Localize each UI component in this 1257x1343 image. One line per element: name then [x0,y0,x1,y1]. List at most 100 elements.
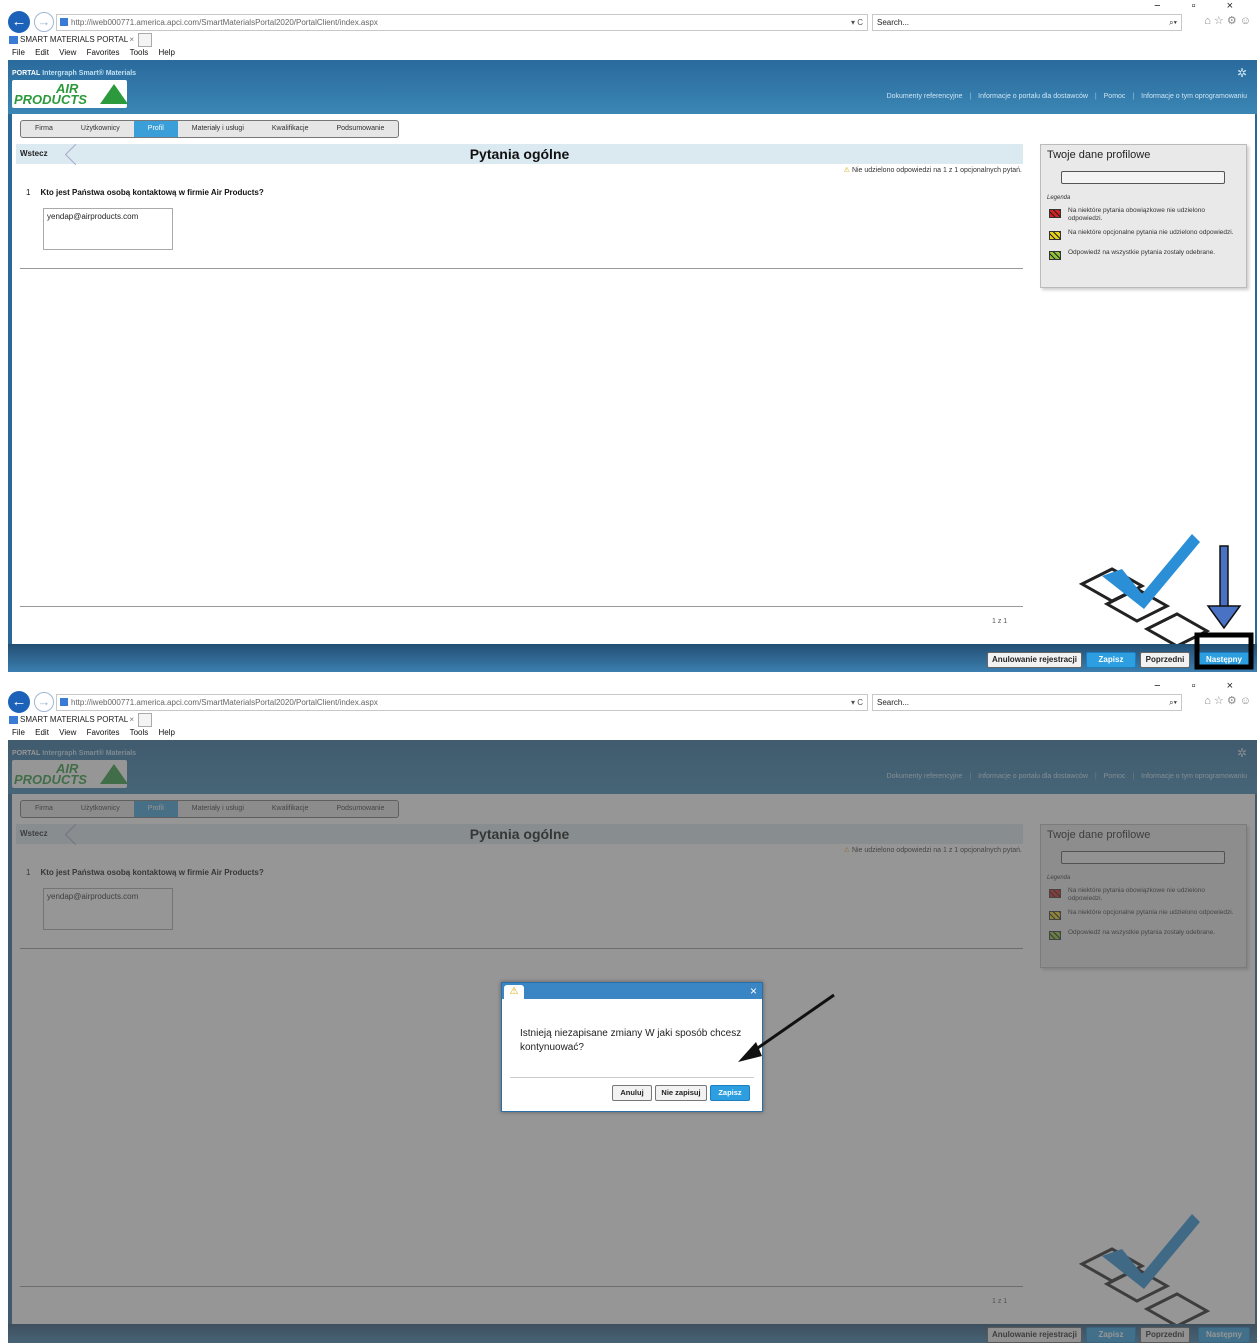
menu-favorites[interactable]: Favorites [87,48,120,57]
divider [20,606,1023,607]
green-swatch-icon [1049,251,1061,260]
answer-textarea[interactable]: yendap@airproducts.com [43,208,173,250]
profile-title: Twoje dane profilowe [1047,149,1151,161]
divider [20,268,1023,269]
close-icon[interactable]: × [750,983,757,999]
tab-close-icon[interactable]: × [129,713,134,727]
toolbar-icons[interactable]: ⌂ ☆ ⚙ ☺ [1204,14,1251,27]
portal-window: PORTAL Intergraph Smart® Materials AIR P… [8,740,1257,1343]
previous-button[interactable]: Poprzedni [1140,652,1190,668]
footer-bar: Anulowanie rejestracji Zapisz Poprzedni … [8,644,1257,672]
portal-header: PORTAL Intergraph Smart® Materials AIR P… [8,60,1257,114]
window-controls[interactable]: − ▫ × [1154,0,1247,12]
menu-tools[interactable]: Tools [130,48,149,57]
toolbar-icons[interactable]: ⌂ ☆ ⚙ ☺ [1204,694,1251,707]
new-tab-button[interactable] [138,713,152,727]
step-kwalifikacje[interactable]: Kwalifikacje [258,121,323,137]
profile-panel: Twoje dane profilowe Legenda Na niektóre… [1040,144,1247,288]
menu-tools[interactable]: Tools [130,728,149,737]
address-bar[interactable]: http://iweb000771.america.apci.com/Smart… [56,694,868,711]
refresh-icon[interactable]: ▾ C [851,695,863,710]
red-swatch-icon [1049,209,1061,218]
link-reference-docs[interactable]: Dokumenty referencyjne [887,93,963,100]
search-icon[interactable]: ⌕▾ [1169,695,1177,710]
address-url: http://iweb000771.america.apci.com/Smart… [71,18,378,27]
cancel-registration-button[interactable]: Anulowanie rejestracji [987,652,1082,668]
forward-arrow-icon[interactable]: → [34,12,54,32]
browser-chrome: ← → http://iweb000771.america.apci.com/S… [0,680,1257,740]
address-bar[interactable]: http://iweb000771.america.apci.com/Smart… [56,14,868,31]
browser-chrome: ← → http://iweb000771.america.apci.com/S… [0,0,1257,60]
screenshot-step-1: ← → http://iweb000771.america.apci.com/S… [0,0,1257,672]
step-uzytkownicy[interactable]: Użytkownicy [67,121,134,137]
menu-help[interactable]: Help [159,48,175,57]
air-products-logo: AIR PRODUCTS [12,80,128,108]
window-controls[interactable]: − ▫ × [1154,680,1247,692]
tab-favicon-icon [9,716,18,724]
profile-progress-bar [1061,171,1225,184]
link-about[interactable]: Informacje o tym oprogramowaniu [1141,93,1247,100]
step-podsumowanie[interactable]: Podsumowanie [322,121,398,137]
back-arrow-icon[interactable]: ← [8,691,30,713]
page-favicon-icon [60,18,68,26]
unsaved-changes-dialog: ⚠ × Istnieją niezapisane zmiany W jaki s… [501,982,763,1112]
menu-edit[interactable]: Edit [35,728,49,737]
link-portal-info[interactable]: Informacje o portalu dla dostawców [978,93,1088,100]
refresh-icon[interactable]: ▾ C [851,15,863,30]
page-title: Pytania ogólne [469,146,570,162]
search-icon[interactable]: ⌕▾ [1169,15,1177,30]
header-links: Dokumenty referencyjne | Informacje o po… [886,93,1247,100]
menu-file[interactable]: File [12,48,25,57]
forward-arrow-icon[interactable]: → [34,692,54,712]
settings-icon[interactable]: ✲ [1237,66,1247,80]
next-button[interactable]: Następny [1198,652,1250,668]
main-content: Firma Użytkownicy Profil Materiały i usł… [12,114,1255,648]
menu-edit[interactable]: Edit [35,48,49,57]
new-tab-button[interactable] [138,33,152,47]
step-firma[interactable]: Firma [21,121,67,137]
portal-label: PORTAL Intergraph Smart® Materials [12,70,137,77]
search-placeholder: Search... [877,698,910,707]
legend-title: Legenda [1047,195,1071,201]
link-help[interactable]: Pomoc [1104,93,1126,100]
menu-view[interactable]: View [59,728,76,737]
menu-bar: File Edit View Favorites Tools Help [12,728,181,737]
tab-close-icon[interactable]: × [129,33,134,47]
portal-window: PORTAL Intergraph Smart® Materials AIR P… [8,60,1257,672]
menu-file[interactable]: File [12,728,25,737]
menu-bar: File Edit View Favorites Tools Help [12,48,181,57]
tab-favicon-icon [9,36,18,44]
menu-favorites[interactable]: Favorites [87,728,120,737]
step-profil[interactable]: Profil [133,121,178,137]
warning-icon: ⚠ [843,167,850,174]
search-placeholder: Search... [877,18,910,27]
dialog-message: Istnieją niezapisane zmiany W jaki sposó… [520,1028,742,1053]
screenshot-step-2: ← → http://iweb000771.america.apci.com/S… [0,680,1257,1343]
dialog-cancel-button[interactable]: Anuluj [612,1085,652,1101]
pagination: 1 z 1 [992,618,1008,625]
browser-tab[interactable]: SMART MATERIALS PORTAL × [8,713,136,727]
tab-title: SMART MATERIALS PORTAL [20,35,129,44]
warning-icon: ⚠ [504,985,524,999]
browser-tab[interactable]: SMART MATERIALS PORTAL × [8,33,136,47]
dialog-dont-save-button[interactable]: Nie zapisuj [655,1085,707,1101]
back-arrow-icon[interactable]: ← [8,11,30,33]
question: 1Kto jest Państwa osobą kontaktową w fir… [26,188,264,197]
menu-view[interactable]: View [59,48,76,57]
menu-help[interactable]: Help [159,728,175,737]
step-materialy[interactable]: Materiały i usługi [178,121,258,137]
save-button[interactable]: Zapisz [1086,652,1136,668]
search-input[interactable]: Search... ⌕▾ [872,14,1182,31]
dialog-save-button[interactable]: Zapisz [710,1085,750,1101]
back-link[interactable]: Wstecz [20,144,48,164]
checklist-illustration-icon [1078,534,1211,648]
tab-title: SMART MATERIALS PORTAL [20,715,129,724]
page-favicon-icon [60,698,68,706]
warning-message: ⚠Nie udzielono odpowiedzi na 1 z 1 opcjo… [843,167,1022,174]
dialog-header: ⚠ × [502,983,762,999]
wizard-steps: Firma Użytkownicy Profil Materiały i usł… [20,120,400,138]
section-titlebar: Pytania ogólne Wstecz [16,143,1023,166]
search-input[interactable]: Search... ⌕▾ [872,694,1182,711]
dialog-divider [510,1077,754,1078]
yellow-swatch-icon [1049,231,1061,240]
